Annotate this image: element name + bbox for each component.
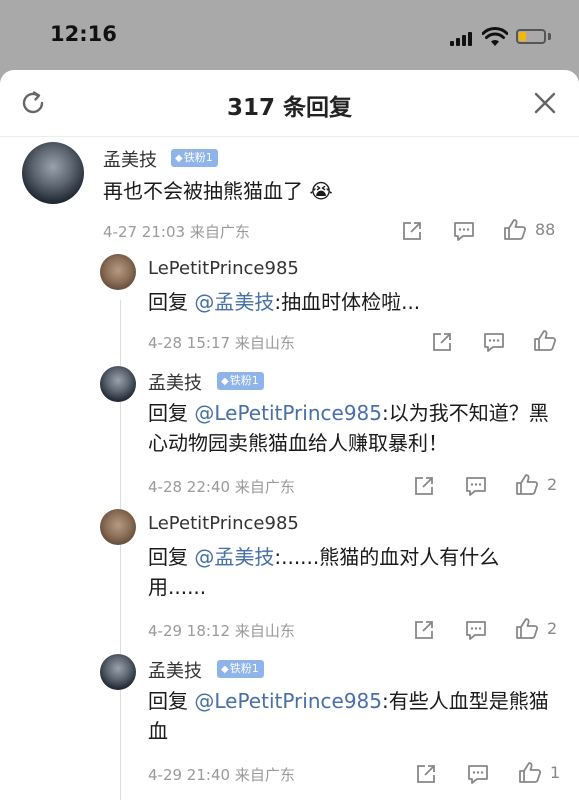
- like-icon[interactable]: [533, 329, 557, 353]
- avatar[interactable]: [100, 366, 136, 402]
- reply-meta: 4-29 18:12 来自山东: [148, 622, 295, 640]
- like-count: 2: [547, 475, 558, 494]
- avatar[interactable]: [22, 142, 84, 204]
- comment-icon[interactable]: [464, 618, 488, 642]
- reply-author[interactable]: 孟美技: [148, 657, 202, 683]
- reply-author[interactable]: LePetitPrince985: [148, 258, 299, 279]
- share-icon[interactable]: [412, 618, 436, 642]
- sheet-header: 317 条回复: [0, 70, 579, 137]
- share-icon[interactable]: [412, 474, 436, 498]
- avatar[interactable]: [100, 654, 136, 690]
- reply-meta: 4-28 22:40 来自广东: [148, 478, 295, 496]
- status-bar: 12:16: [0, 0, 579, 70]
- fan-badge: ◆铁粉1: [217, 660, 264, 678]
- like-count: 88: [535, 220, 556, 239]
- reply-meta: 4-28 15:17 来自山东: [148, 334, 295, 352]
- close-icon[interactable]: [533, 91, 557, 115]
- reply-meta: 4-29 21:40 来自广东: [148, 766, 295, 784]
- mention-link[interactable]: @孟美技: [194, 290, 274, 314]
- fan-badge: ◆铁粉1: [217, 372, 264, 390]
- diamond-icon: ◆: [221, 376, 229, 387]
- diamond-icon: ◆: [175, 153, 183, 164]
- like-icon[interactable]: [503, 218, 527, 242]
- reply-text: 回复 @LePetitPrince985:以为我不知道？黑心动物园卖熊猫血给人赚…: [148, 401, 549, 455]
- mention-link[interactable]: @LePetitPrince985: [194, 689, 382, 713]
- comment-icon[interactable]: [464, 474, 488, 498]
- mention-link[interactable]: @孟美技: [194, 545, 274, 569]
- comment-text: 再也不会被抽熊猫血了 😭: [103, 179, 333, 203]
- wifi-icon: [482, 27, 508, 47]
- cellular-signal-icon: [450, 32, 474, 46]
- reply-text: 回复 @孟美技:......熊猫的血对人有什么用......: [148, 545, 500, 599]
- share-icon[interactable]: [414, 762, 438, 786]
- like-count: 1: [550, 763, 561, 782]
- crying-emoji-icon: 😭: [309, 179, 333, 203]
- page-title: 317 条回复: [226, 95, 353, 121]
- reply-text: 回复 @孟美技:抽血时体检啦...: [148, 290, 421, 314]
- status-time: 12:16: [50, 22, 117, 46]
- like-count: 2: [547, 619, 558, 638]
- comment-icon[interactable]: [482, 330, 506, 354]
- like-icon[interactable]: [515, 617, 539, 641]
- reply-author[interactable]: LePetitPrince985: [148, 513, 299, 534]
- like-icon[interactable]: [518, 761, 542, 785]
- reply-text: 回复 @LePetitPrince985:有些人血型是熊猫血: [148, 689, 549, 743]
- reply-author[interactable]: 孟美技: [148, 369, 202, 395]
- comment-meta: 4-27 21:03 来自广东: [103, 223, 250, 241]
- avatar[interactable]: [100, 509, 136, 545]
- fan-badge: ◆铁粉1: [171, 149, 218, 167]
- avatar[interactable]: [100, 254, 136, 290]
- comment-author[interactable]: 孟美技: [103, 146, 157, 172]
- share-icon[interactable]: [430, 330, 454, 354]
- mention-link[interactable]: @LePetitPrince985: [194, 401, 382, 425]
- battery-icon: [516, 29, 546, 44]
- comment-icon[interactable]: [452, 219, 476, 243]
- diamond-icon: ◆: [221, 664, 229, 675]
- share-icon[interactable]: [400, 219, 424, 243]
- comment-icon[interactable]: [466, 762, 490, 786]
- like-icon[interactable]: [515, 473, 539, 497]
